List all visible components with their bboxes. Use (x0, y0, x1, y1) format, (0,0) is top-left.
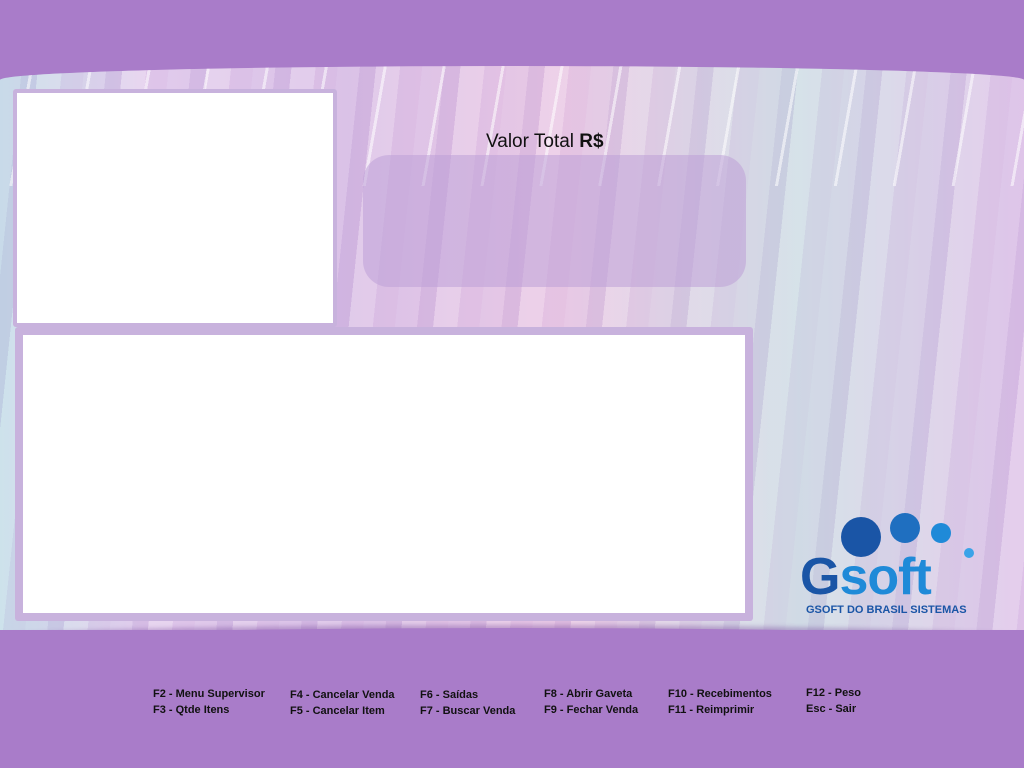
shortcut-column: F4 - Cancelar Venda F5 - Cancelar Item (290, 687, 395, 719)
logo-dot-medium (890, 513, 920, 543)
shortcut-f5[interactable]: F5 - Cancelar Item (290, 703, 395, 719)
logo-wordmark: Gsoft (800, 547, 932, 607)
keyboard-shortcuts-bar: F2 - Menu Supervisor F3 - Qtde Itens F4 … (0, 686, 1024, 726)
shortcut-f3[interactable]: F3 - Qtde Itens (153, 702, 265, 718)
total-label: Valor Total R$ (486, 131, 604, 153)
shortcut-column: F10 - Recebimentos F11 - Reimprimir (668, 686, 772, 718)
shortcut-f6[interactable]: F6 - Saídas (420, 687, 515, 703)
items-list-area[interactable] (23, 335, 745, 613)
items-list-panel (15, 327, 753, 621)
shortcut-column: F12 - Peso Esc - Sair (806, 685, 861, 717)
gsoft-logo: Gsoft GSOFT DO BRASIL SISTEMAS (798, 510, 978, 620)
total-value-display (363, 155, 746, 287)
total-label-text: Valor Total (486, 131, 575, 152)
logo-dot-tiny (964, 548, 974, 558)
shortcut-f11[interactable]: F11 - Reimprimir (668, 702, 772, 718)
shortcut-f9[interactable]: F9 - Fechar Venda (544, 702, 638, 718)
shortcut-f12[interactable]: F12 - Peso (806, 685, 861, 701)
logo-dot-small (931, 523, 951, 543)
logo-tagline: GSOFT DO BRASIL SISTEMAS (806, 604, 967, 616)
product-image-area (17, 93, 333, 323)
shortcut-f4[interactable]: F4 - Cancelar Venda (290, 687, 395, 703)
shortcut-column: F2 - Menu Supervisor F3 - Qtde Itens (153, 686, 265, 718)
shortcut-f8[interactable]: F8 - Abrir Gaveta (544, 686, 638, 702)
shortcut-f10[interactable]: F10 - Recebimentos (668, 686, 772, 702)
shortcut-f7[interactable]: F7 - Buscar Venda (420, 703, 515, 719)
shortcut-column: F8 - Abrir Gaveta F9 - Fechar Venda (544, 686, 638, 718)
shortcut-column: F6 - Saídas F7 - Buscar Venda (420, 687, 515, 719)
total-currency: R$ (579, 131, 604, 152)
shortcut-esc[interactable]: Esc - Sair (806, 701, 861, 717)
product-image-panel (13, 89, 337, 327)
logo-word-soft: soft (839, 548, 931, 606)
shortcut-f2[interactable]: F2 - Menu Supervisor (153, 686, 265, 702)
logo-letter-g: G (800, 548, 840, 606)
